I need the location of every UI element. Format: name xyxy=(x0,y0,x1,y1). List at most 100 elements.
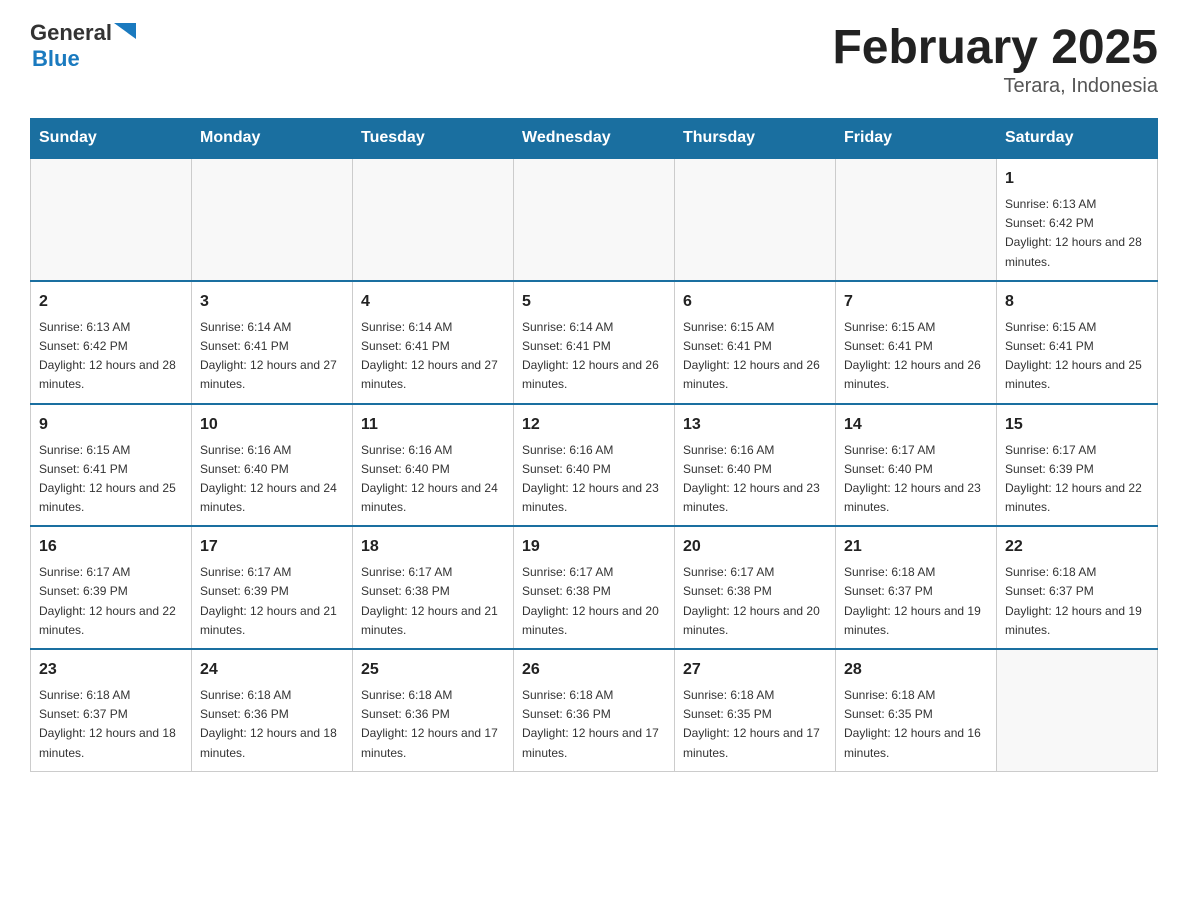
day-number: 7 xyxy=(844,290,988,314)
calendar-cell: 15 Sunrise: 6:17 AM Sunset: 6:39 PM Dayli… xyxy=(997,404,1158,527)
day-info: Sunrise: 6:18 AM Sunset: 6:36 PM Dayligh… xyxy=(361,686,505,763)
day-number: 17 xyxy=(200,535,344,559)
logo: General Blue xyxy=(30,20,136,72)
day-info: Sunrise: 6:15 AM Sunset: 6:41 PM Dayligh… xyxy=(39,441,183,518)
calendar-cell: 20 Sunrise: 6:17 AM Sunset: 6:38 PM Dayli… xyxy=(675,526,836,649)
day-info: Sunrise: 6:18 AM Sunset: 6:37 PM Dayligh… xyxy=(1005,563,1149,640)
day-number: 16 xyxy=(39,535,183,559)
calendar-title: February 2025 xyxy=(832,20,1158,75)
calendar-cell: 16 Sunrise: 6:17 AM Sunset: 6:39 PM Dayli… xyxy=(31,526,192,649)
day-info: Sunrise: 6:18 AM Sunset: 6:35 PM Dayligh… xyxy=(844,686,988,763)
week-row-1: 1 Sunrise: 6:13 AM Sunset: 6:42 PM Daylig… xyxy=(31,158,1158,281)
day-info: Sunrise: 6:17 AM Sunset: 6:38 PM Dayligh… xyxy=(683,563,827,640)
day-info: Sunrise: 6:17 AM Sunset: 6:38 PM Dayligh… xyxy=(361,563,505,640)
calendar-cell: 25Sunrise: 6:18 AM Sunset: 6:36 PM Dayli… xyxy=(353,649,514,771)
calendar-cell: 10Sunrise: 6:16 AM Sunset: 6:40 PM Dayli… xyxy=(192,404,353,527)
day-number: 24 xyxy=(200,658,344,682)
day-number: 26 xyxy=(522,658,666,682)
day-number: 14 xyxy=(844,413,988,437)
day-number: 11 xyxy=(361,413,505,437)
calendar-cell: 21 Sunrise: 6:18 AM Sunset: 6:37 PM Dayli… xyxy=(836,526,997,649)
calendar-table: SundayMondayTuesdayWednesdayThursdayFrid… xyxy=(30,118,1158,772)
weekday-header-tuesday: Tuesday xyxy=(353,119,514,159)
weekday-header-thursday: Thursday xyxy=(675,119,836,159)
calendar-cell xyxy=(997,649,1158,771)
calendar-cell: 27 Sunrise: 6:18 AM Sunset: 6:35 PM Dayli… xyxy=(675,649,836,771)
day-number: 27 xyxy=(683,658,827,682)
calendar-cell: 22 Sunrise: 6:18 AM Sunset: 6:37 PM Dayli… xyxy=(997,526,1158,649)
day-info: Sunrise: 6:17 AM Sunset: 6:39 PM Dayligh… xyxy=(200,563,344,640)
calendar-cell: 17 Sunrise: 6:17 AM Sunset: 6:39 PM Dayli… xyxy=(192,526,353,649)
weekday-header-friday: Friday xyxy=(836,119,997,159)
day-number: 6 xyxy=(683,290,827,314)
calendar-cell xyxy=(192,158,353,281)
calendar-cell: 23 Sunrise: 6:18 AM Sunset: 6:37 PM Dayli… xyxy=(31,649,192,771)
calendar-cell xyxy=(353,158,514,281)
day-number: 15 xyxy=(1005,413,1149,437)
day-info: Sunrise: 6:17 AM Sunset: 6:39 PM Dayligh… xyxy=(39,563,183,640)
day-info: Sunrise: 6:17 AM Sunset: 6:40 PM Dayligh… xyxy=(844,441,988,518)
calendar-cell: 6 Sunrise: 6:15 AM Sunset: 6:41 PM Daylig… xyxy=(675,281,836,404)
day-info: Sunrise: 6:18 AM Sunset: 6:36 PM Dayligh… xyxy=(200,686,344,763)
calendar-cell: 12 Sunrise: 6:16 AM Sunset: 6:40 PM Dayli… xyxy=(514,404,675,527)
week-row-5: 23 Sunrise: 6:18 AM Sunset: 6:37 PM Dayli… xyxy=(31,649,1158,771)
day-info: Sunrise: 6:18 AM Sunset: 6:37 PM Dayligh… xyxy=(844,563,988,640)
day-number: 1 xyxy=(1005,167,1149,191)
day-number: 13 xyxy=(683,413,827,437)
weekday-header-saturday: Saturday xyxy=(997,119,1158,159)
day-number: 20 xyxy=(683,535,827,559)
weekday-header-sunday: Sunday xyxy=(31,119,192,159)
title-area: February 2025 Terara, Indonesia xyxy=(832,20,1158,98)
calendar-cell: 18Sunrise: 6:17 AM Sunset: 6:38 PM Dayli… xyxy=(353,526,514,649)
calendar-cell: 9 Sunrise: 6:15 AM Sunset: 6:41 PM Daylig… xyxy=(31,404,192,527)
day-number: 21 xyxy=(844,535,988,559)
day-number: 19 xyxy=(522,535,666,559)
calendar-cell: 13 Sunrise: 6:16 AM Sunset: 6:40 PM Dayli… xyxy=(675,404,836,527)
calendar-cell: 3 Sunrise: 6:14 AM Sunset: 6:41 PM Daylig… xyxy=(192,281,353,404)
day-info: Sunrise: 6:16 AM Sunset: 6:40 PM Dayligh… xyxy=(361,441,505,518)
day-number: 23 xyxy=(39,658,183,682)
day-info: Sunrise: 6:16 AM Sunset: 6:40 PM Dayligh… xyxy=(522,441,666,518)
calendar-cell: 2Sunrise: 6:13 AM Sunset: 6:42 PM Daylig… xyxy=(31,281,192,404)
calendar-cell: 4Sunrise: 6:14 AM Sunset: 6:41 PM Daylig… xyxy=(353,281,514,404)
day-info: Sunrise: 6:16 AM Sunset: 6:40 PM Dayligh… xyxy=(200,441,344,518)
calendar-cell xyxy=(514,158,675,281)
calendar-cell: 7Sunrise: 6:15 AM Sunset: 6:41 PM Daylig… xyxy=(836,281,997,404)
week-row-3: 9 Sunrise: 6:15 AM Sunset: 6:41 PM Daylig… xyxy=(31,404,1158,527)
day-number: 12 xyxy=(522,413,666,437)
day-info: Sunrise: 6:14 AM Sunset: 6:41 PM Dayligh… xyxy=(522,318,666,395)
day-number: 2 xyxy=(39,290,183,314)
day-info: Sunrise: 6:17 AM Sunset: 6:38 PM Dayligh… xyxy=(522,563,666,640)
day-info: Sunrise: 6:13 AM Sunset: 6:42 PM Dayligh… xyxy=(1005,195,1149,272)
day-info: Sunrise: 6:15 AM Sunset: 6:41 PM Dayligh… xyxy=(683,318,827,395)
day-number: 28 xyxy=(844,658,988,682)
logo-general: General xyxy=(30,20,112,46)
day-info: Sunrise: 6:18 AM Sunset: 6:37 PM Dayligh… xyxy=(39,686,183,763)
weekday-header-monday: Monday xyxy=(192,119,353,159)
calendar-cell: 5 Sunrise: 6:14 AM Sunset: 6:41 PM Daylig… xyxy=(514,281,675,404)
day-info: Sunrise: 6:16 AM Sunset: 6:40 PM Dayligh… xyxy=(683,441,827,518)
logo-blue: Blue xyxy=(32,46,80,72)
weekday-header-row: SundayMondayTuesdayWednesdayThursdayFrid… xyxy=(31,119,1158,159)
header: General Blue February 2025 Terara, Indon… xyxy=(30,20,1158,98)
calendar-cell: 24 Sunrise: 6:18 AM Sunset: 6:36 PM Dayli… xyxy=(192,649,353,771)
day-number: 8 xyxy=(1005,290,1149,314)
calendar-cell: 26Sunrise: 6:18 AM Sunset: 6:36 PM Dayli… xyxy=(514,649,675,771)
day-info: Sunrise: 6:14 AM Sunset: 6:41 PM Dayligh… xyxy=(361,318,505,395)
calendar-cell: 19 Sunrise: 6:17 AM Sunset: 6:38 PM Dayli… xyxy=(514,526,675,649)
day-info: Sunrise: 6:14 AM Sunset: 6:41 PM Dayligh… xyxy=(200,318,344,395)
calendar-cell: 1 Sunrise: 6:13 AM Sunset: 6:42 PM Daylig… xyxy=(997,158,1158,281)
calendar-cell: 11 Sunrise: 6:16 AM Sunset: 6:40 PM Dayli… xyxy=(353,404,514,527)
calendar-subtitle: Terara, Indonesia xyxy=(832,75,1158,98)
day-number: 9 xyxy=(39,413,183,437)
logo-arrow-icon xyxy=(114,23,136,45)
day-info: Sunrise: 6:18 AM Sunset: 6:35 PM Dayligh… xyxy=(683,686,827,763)
calendar-cell xyxy=(675,158,836,281)
day-number: 3 xyxy=(200,290,344,314)
week-row-4: 16 Sunrise: 6:17 AM Sunset: 6:39 PM Dayli… xyxy=(31,526,1158,649)
calendar-cell xyxy=(836,158,997,281)
calendar-cell: 8Sunrise: 6:15 AM Sunset: 6:41 PM Daylig… xyxy=(997,281,1158,404)
day-info: Sunrise: 6:17 AM Sunset: 6:39 PM Dayligh… xyxy=(1005,441,1149,518)
day-number: 22 xyxy=(1005,535,1149,559)
day-number: 5 xyxy=(522,290,666,314)
